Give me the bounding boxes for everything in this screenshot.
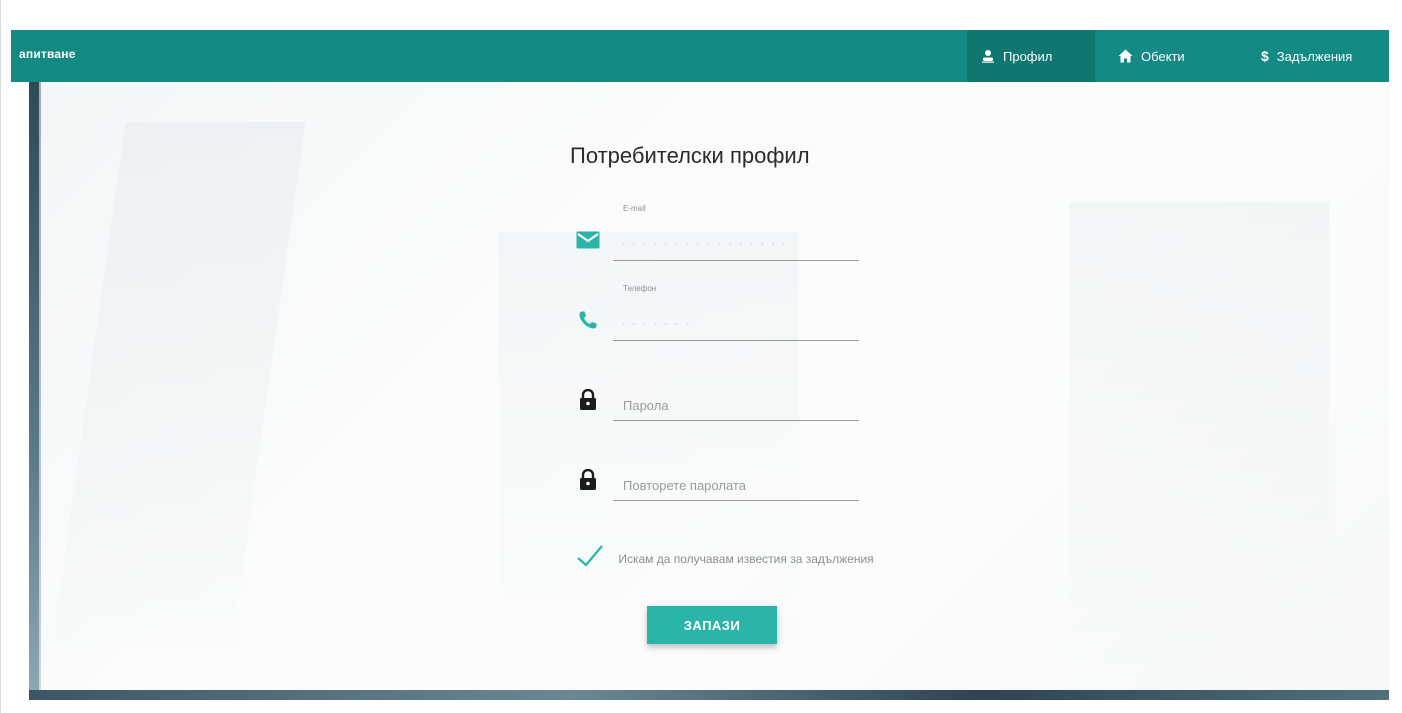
mail-icon [571,226,605,254]
notifications-checkbox[interactable] [576,543,604,569]
nav-item-label: Обекти [1141,48,1185,64]
app-window: апитване Профил Обекти $ Задължения Потр… [0,0,1402,713]
nav-item-label: Профил [1003,48,1053,64]
phone-field-group: Телефон · · · · · · · [571,280,861,342]
lock-icon [571,386,605,414]
phone-label: Телефон [623,284,657,293]
brand-title: апитване [19,47,76,61]
repeat-password-field-group [571,440,861,502]
phone-icon [571,306,605,334]
phone-input[interactable] [613,311,859,341]
email-field-group: E-mail · · · · · · · · · · · · · · · · [571,200,861,262]
lock-icon [571,466,605,494]
user-icon [981,49,995,63]
email-input[interactable] [613,231,859,261]
home-icon [1118,49,1133,63]
email-label: E-mail [623,204,646,213]
nav-item-label: Задължения [1276,48,1353,64]
top-navbar: апитване Профил Обекти $ Задължения [11,30,1389,82]
page-title: Потребителски профил [570,143,810,168]
notifications-checkbox-label: Искам да получавам известия за задължени… [618,552,874,566]
password-field-group [571,360,861,422]
repeat-password-input[interactable] [613,471,859,501]
nav-item-profile[interactable]: Профил [967,30,1095,82]
save-button[interactable]: ЗАПАЗИ [647,606,777,644]
nav-item-objects[interactable]: Обекти [1104,30,1229,82]
dollar-icon: $ [1261,48,1269,64]
nav-item-debts[interactable]: $ Задължения [1247,30,1389,82]
notifications-checkbox-row: Искам да получавам известия за задължени… [576,543,876,593]
password-input[interactable] [613,391,859,421]
